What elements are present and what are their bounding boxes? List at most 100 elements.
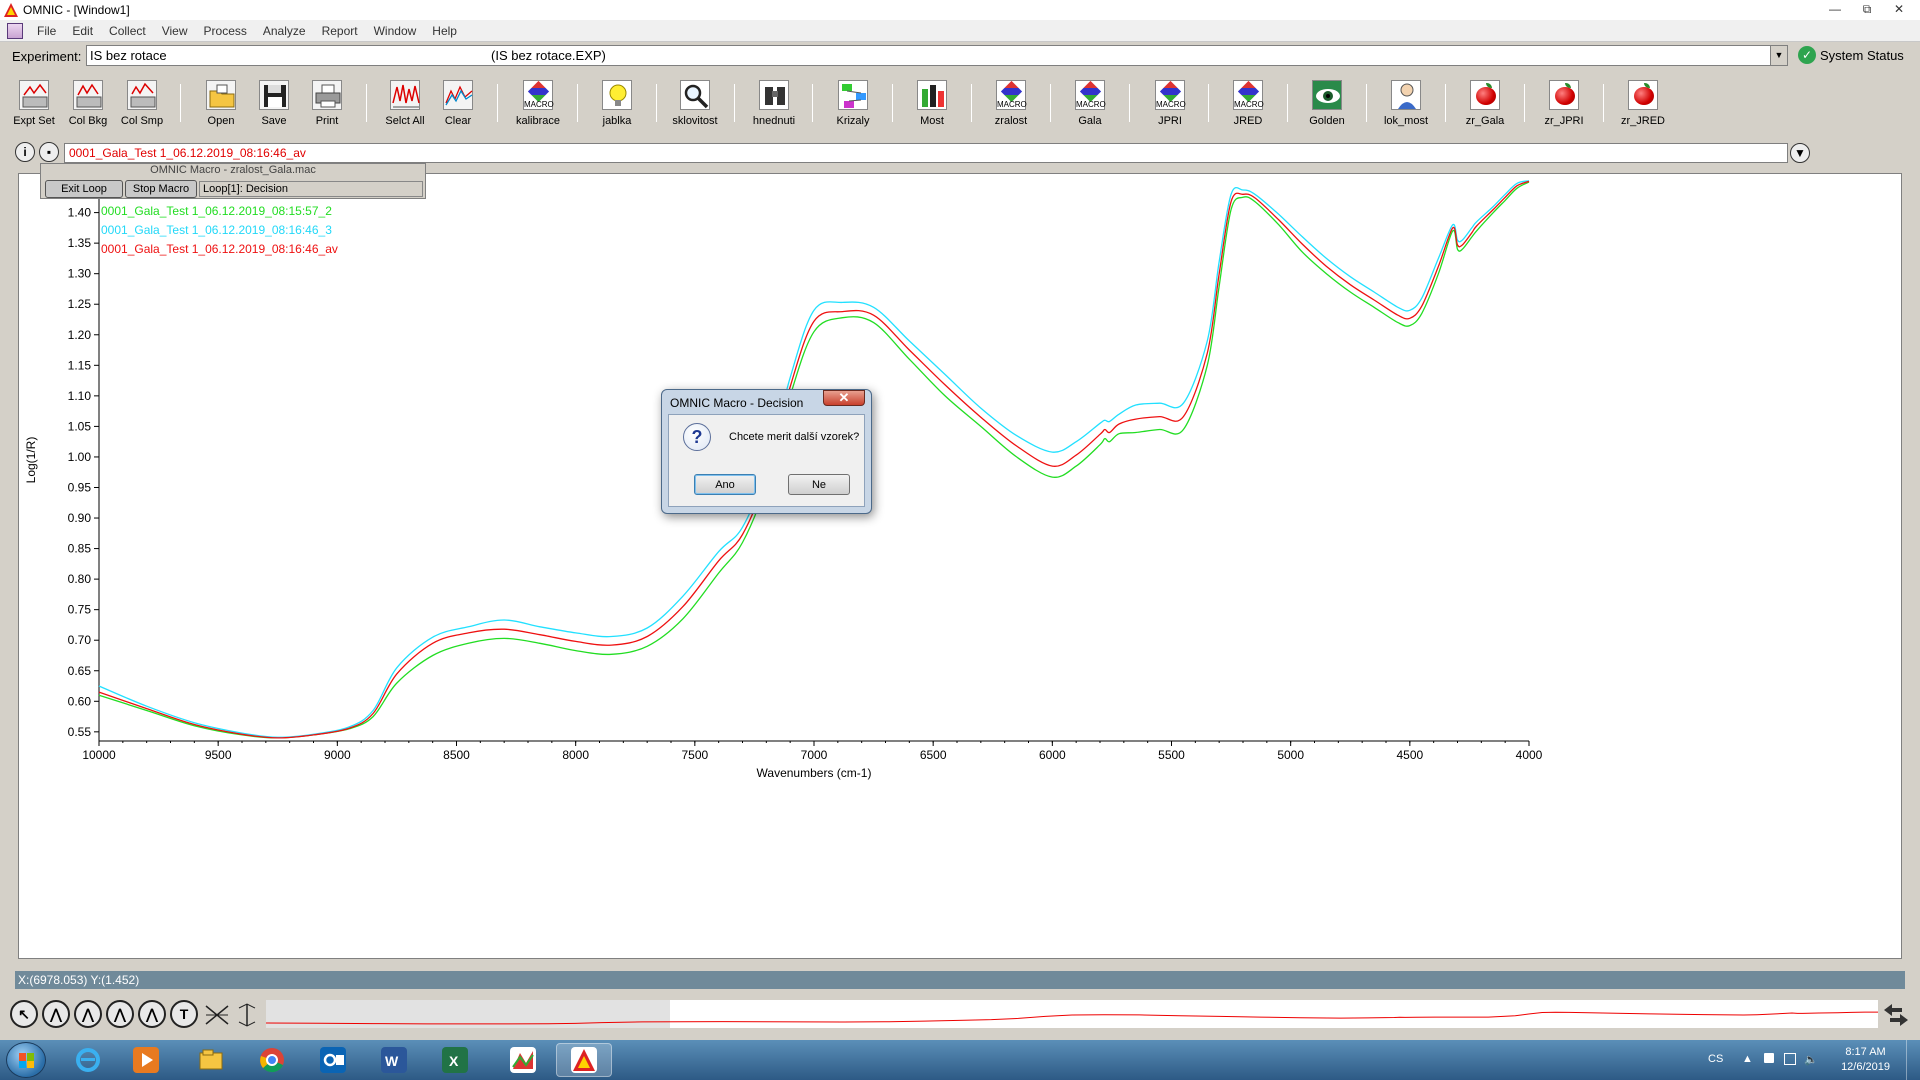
print-button[interactable]: Print [296, 76, 358, 132]
y-axis-label: Log(1/R) [24, 437, 38, 484]
menu-process[interactable]: Process [196, 24, 255, 38]
action-center-flag-icon[interactable] [1764, 1053, 1774, 1063]
zralost-macro-button[interactable]: MACRO zralost [980, 76, 1042, 132]
svg-text:X: X [449, 1053, 459, 1069]
region-tool-icon[interactable]: ⋀ [42, 1000, 70, 1028]
expt-set-icon [19, 80, 49, 110]
minimize-button[interactable]: — [1822, 1, 1848, 17]
zoom-y-icon[interactable] [234, 1002, 260, 1028]
clock[interactable]: 8:17 AM 12/6/2019 [1841, 1045, 1890, 1075]
sklovitost-button[interactable]: sklovitost [664, 76, 726, 132]
x-tick-label: 8000 [562, 748, 589, 762]
col-bkg-icon [73, 80, 103, 110]
stop-macro-button[interactable]: Stop Macro [125, 180, 197, 198]
no-button[interactable]: Ne [788, 474, 850, 495]
dialog-question: Chcete merit další vzorek? [729, 431, 860, 443]
zr-gala-button[interactable]: zr_Gala [1454, 76, 1516, 132]
start-button[interactable] [6, 1042, 46, 1078]
x-tick-label: 5000 [1277, 748, 1304, 762]
exit-loop-button[interactable]: Exit Loop [45, 180, 123, 198]
tray-expand-icon[interactable]: ▲ [1742, 1053, 1754, 1065]
menu-report[interactable]: Report [314, 24, 366, 38]
col-bkg-button[interactable]: Col Bkg [57, 76, 119, 132]
language-indicator[interactable]: CS [1708, 1053, 1723, 1065]
jred-macro-button[interactable]: MACRO JRED [1217, 76, 1279, 132]
checkmark-icon: ✓ [1798, 46, 1816, 64]
y-tick-label: 1.15 [68, 358, 92, 372]
hnednuti-button[interactable]: hnednuti [743, 76, 805, 132]
y-tick-label: 1.30 [68, 267, 92, 281]
flowchart-icon [838, 80, 868, 110]
peak-area-tool-icon[interactable]: ⋀ [106, 1000, 134, 1028]
chevron-down-icon[interactable]: ▼ [1790, 143, 1810, 163]
taskbar-word[interactable]: W [366, 1043, 422, 1077]
menu-window[interactable]: Window [366, 24, 425, 38]
y-tick-label: 0.55 [68, 725, 92, 739]
spectrum-overview[interactable] [266, 1000, 1878, 1028]
macro-status: Loop[1]: Decision [199, 181, 423, 197]
yes-button[interactable]: Ano [694, 474, 756, 495]
menu-help[interactable]: Help [424, 24, 465, 38]
taskbar-excel[interactable]: X [427, 1043, 483, 1077]
krizaly-button[interactable]: Krizaly [822, 76, 884, 132]
show-desktop-button[interactable] [1906, 1040, 1920, 1080]
taskbar-app-chart[interactable] [495, 1043, 551, 1077]
main-toolbar: Expt Set Col Bkg Col Smp Open Save Print… [0, 76, 1920, 132]
peak-label-tool-icon[interactable]: ⋀ [138, 1000, 166, 1028]
spectrum-info-icon[interactable]: ▪ [39, 142, 59, 162]
menu-view[interactable]: View [154, 24, 196, 38]
x-axis-label: Wavenumbers (cm-1) [757, 766, 872, 780]
legend-entry-av: 0001_Gala_Test 1_06.12.2019_08:16:46_av [101, 242, 338, 256]
legend-entry-3: 0001_Gala_Test 1_06.12.2019_08:16:46_3 [101, 223, 332, 237]
golden-button[interactable]: Golden [1296, 76, 1358, 132]
gala-macro-button[interactable]: MACRO Gala [1059, 76, 1121, 132]
text-tool-icon[interactable]: T [170, 1000, 198, 1028]
clear-button[interactable]: Clear [427, 76, 489, 132]
x-tick-label: 4500 [1396, 748, 1423, 762]
taskbar-ie[interactable] [60, 1043, 116, 1077]
y-tick-label: 0.60 [68, 694, 92, 708]
open-folder-icon [206, 80, 236, 110]
menu-collect[interactable]: Collect [101, 24, 154, 38]
col-smp-button[interactable]: Col Smp [111, 76, 173, 132]
zoom-full-icon[interactable] [204, 1002, 230, 1028]
select-tool-icon[interactable]: ↖ [10, 1000, 38, 1028]
spectrum-select[interactable]: 0001_Gala_Test 1_06.12.2019_08:16:46_av [64, 143, 1788, 163]
expt-set-button[interactable]: Expt Set [3, 76, 65, 132]
y-tick-label: 0.70 [68, 633, 92, 647]
taskbar-omnic[interactable] [556, 1043, 612, 1077]
dialog-close-button[interactable]: ✕ [823, 390, 865, 406]
zr-jred-button[interactable]: zr_JRED [1612, 76, 1674, 132]
taskbar-outlook[interactable] [305, 1043, 361, 1077]
select-all-icon [390, 80, 420, 110]
menu-analyze[interactable]: Analyze [255, 24, 314, 38]
taskbar-explorer[interactable] [183, 1043, 239, 1077]
restore-button[interactable]: ⧉ [1854, 1, 1880, 17]
zr-jpri-button[interactable]: zr_JPRI [1533, 76, 1595, 132]
jpri-macro-button[interactable]: MACRO JPRI [1139, 76, 1201, 132]
kalibrace-macro-button[interactable]: MACRO kalibrace [507, 76, 569, 132]
network-icon[interactable] [1784, 1053, 1796, 1065]
peak-height-tool-icon[interactable]: ⋀ [74, 1000, 102, 1028]
chevron-down-icon[interactable]: ▼ [1770, 46, 1787, 65]
lok-most-button[interactable]: lok_most [1375, 76, 1437, 132]
experiment-select[interactable]: IS bez rotace (IS bez rotace.EXP) ▼ [86, 45, 1788, 66]
close-button[interactable]: ✕ [1886, 1, 1912, 17]
macro-icon: MACRO [1075, 80, 1106, 110]
menu-edit[interactable]: Edit [64, 24, 101, 38]
menu-file[interactable]: File [29, 24, 64, 38]
most-button[interactable]: Most [901, 76, 963, 132]
scroll-arrows-icon[interactable] [1882, 1002, 1910, 1028]
svg-text:W: W [385, 1053, 399, 1069]
spectrum-chart[interactable]: 0.55 0.60 0.65 0.70 0.75 0.80 0.85 0.90 0.95 1.00… [19, 174, 1903, 960]
spectrum-pane[interactable]: 0.55 0.60 0.65 0.70 0.75 0.80 0.85 0.90 0.95 1.00… [18, 173, 1902, 959]
eye-icon [1312, 80, 1342, 110]
volume-icon[interactable]: 🔈 [1804, 1053, 1818, 1066]
taskbar-media-player[interactable] [118, 1043, 174, 1077]
figure-icon [1391, 80, 1421, 110]
jablka-button[interactable]: jablka [586, 76, 648, 132]
taskbar-chrome[interactable] [244, 1043, 300, 1077]
info-icon[interactable]: i [15, 142, 35, 162]
document-window-icon[interactable] [7, 22, 23, 39]
system-status-button[interactable]: ✓ System Status [1798, 46, 1904, 64]
